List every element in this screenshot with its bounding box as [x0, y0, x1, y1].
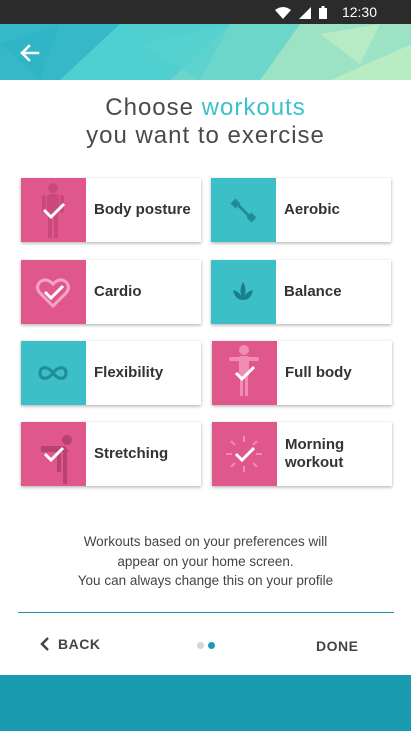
back-button-label: BACK: [58, 636, 101, 652]
workout-thumb: [21, 260, 86, 324]
header-pattern: [0, 24, 411, 80]
status-time: 12:30: [341, 4, 377, 20]
infinity-icon: [38, 366, 68, 380]
workout-label: Morning workout: [285, 436, 345, 471]
workout-thumb: [211, 260, 276, 324]
header-banner: [0, 24, 411, 80]
workout-thumb: [21, 178, 86, 242]
workout-label: Full body: [285, 364, 352, 381]
stretching-icon: [41, 435, 72, 484]
workout-card-flexibility[interactable]: Flexibility: [21, 341, 201, 405]
aerobic-icon: [230, 198, 257, 223]
info-line-1: Workouts based on your preferences will: [83, 534, 328, 549]
workout-card-full-body[interactable]: Full body: [212, 341, 392, 405]
full-body-icon: [229, 345, 259, 396]
lotus-icon: [233, 282, 253, 300]
workout-thumb: [212, 341, 277, 405]
workout-label: Cardio: [94, 283, 142, 300]
workout-card-balance[interactable]: Balance: [211, 260, 391, 324]
sun-icon: [226, 436, 262, 472]
workout-card-body-posture[interactable]: Body posture: [21, 178, 201, 242]
workout-card-cardio[interactable]: Cardio: [21, 260, 201, 324]
workout-thumb: [212, 422, 277, 486]
signal-icon: [299, 6, 311, 19]
done-button[interactable]: DONE: [316, 638, 358, 654]
body-posture-icon: [42, 183, 66, 238]
title-accent: workouts: [201, 94, 306, 121]
title-prefix: Choose: [105, 94, 202, 121]
page-title: Choose workouts you want to exercise: [0, 94, 411, 150]
title-line2: you want to exercise: [86, 122, 325, 149]
page-dot-active: [208, 642, 215, 649]
workout-card-stretching[interactable]: Stretching: [21, 422, 201, 486]
page-dot: [197, 642, 204, 649]
back-button[interactable]: BACK: [40, 636, 100, 652]
battery-icon: [319, 6, 327, 19]
info-line-3: You can always change this on your profi…: [77, 573, 334, 588]
workout-label: Balance: [284, 283, 342, 300]
workout-card-morning-workout[interactable]: Morning workout: [212, 422, 392, 486]
status-bar: 12:30: [0, 0, 411, 24]
info-text: Workouts based on your preferences will …: [0, 532, 411, 591]
workout-card-aerobic[interactable]: Aerobic: [211, 178, 391, 242]
info-line-2: appear on your home screen.: [117, 553, 294, 569]
workout-label: Flexibility: [94, 364, 164, 381]
page-indicator: [197, 642, 215, 649]
back-arrow-icon[interactable]: [18, 42, 40, 64]
heart-icon: [36, 278, 70, 309]
wifi-icon: [275, 6, 291, 19]
footer-divider: [18, 612, 394, 613]
workout-thumb: [211, 178, 276, 242]
workout-label: Stretching: [94, 445, 169, 462]
workout-thumb: [21, 341, 86, 405]
bottom-bar: [0, 675, 411, 731]
chevron-left-icon: [40, 637, 49, 651]
workout-label: Aerobic: [284, 201, 340, 218]
workout-thumb: [21, 422, 86, 486]
workout-label: Body posture: [94, 201, 191, 218]
